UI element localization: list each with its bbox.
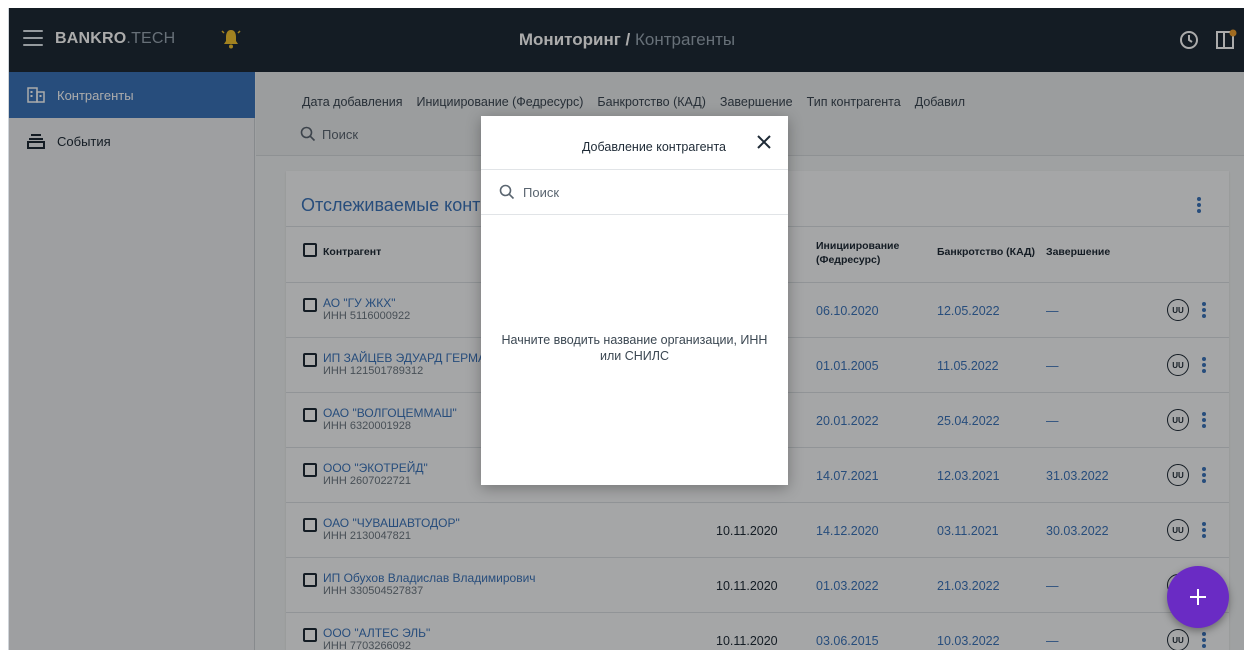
- dialog-hint: Начните вводить название организации, ИН…: [501, 333, 768, 363]
- plus-icon: [1190, 589, 1206, 605]
- add-counterparty-dialog: Добавление контрагента Начните вводить н…: [481, 116, 788, 485]
- dialog-search-input[interactable]: [523, 184, 763, 200]
- add-button[interactable]: [1167, 566, 1229, 628]
- search-icon: [499, 184, 515, 200]
- close-icon[interactable]: [754, 132, 774, 152]
- app-window: BANKRO.TECH Мониторинг / Контрагенты Кон…: [8, 8, 1244, 650]
- dialog-title: Добавление контрагента: [581, 140, 726, 154]
- dialog-search: [481, 169, 788, 215]
